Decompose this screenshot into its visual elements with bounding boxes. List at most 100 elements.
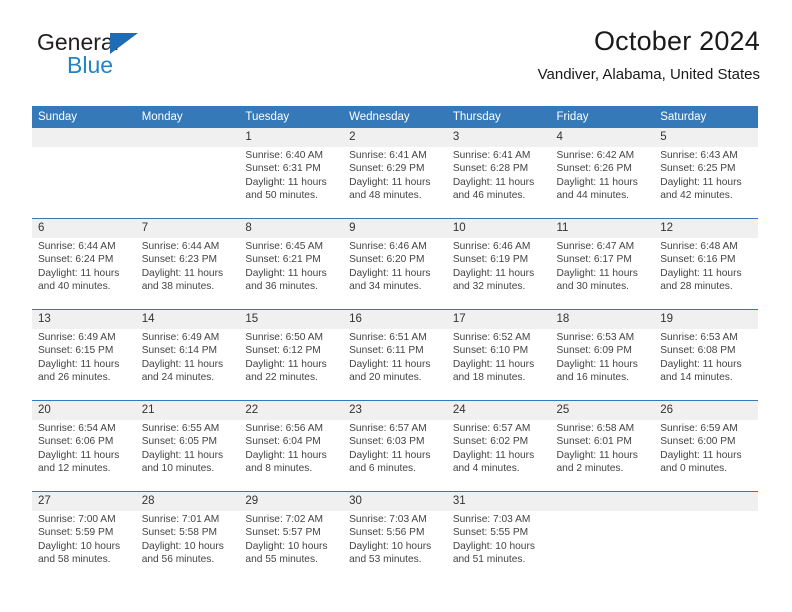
logo-text-blue: Blue xyxy=(67,52,114,78)
calendar-day-cell[interactable]: 9 Sunrise: 6:46 AM Sunset: 6:20 PM Daylight… xyxy=(343,218,447,310)
day-number: 5 xyxy=(654,128,758,147)
day-details: Sunrise: 6:46 AM Sunset: 6:20 PM Daylight:… xyxy=(343,238,447,294)
sunset-text: Sunset: 6:29 PM xyxy=(349,163,425,175)
calendar-day-cell[interactable]: 31 Sunrise: 7:03 AM Sunset: 5:55 PM Dayligh… xyxy=(446,491,551,582)
sunrise-text: Sunrise: 6:49 AM xyxy=(38,332,116,343)
sunrise-text: Sunrise: 6:47 AM xyxy=(556,241,635,252)
sunset-text: Sunset: 6:31 PM xyxy=(245,163,321,175)
day-details: Sunrise: 7:03 AM Sunset: 5:55 PM Daylight:… xyxy=(447,511,551,567)
calendar-day-cell[interactable]: 21 Sunrise: 6:55 AM Sunset: 6:05 PM Dayligh… xyxy=(135,400,240,492)
day-cell-content: 5 Sunrise: 6:43 AM Sunset: 6:25 PM Daylight… xyxy=(654,128,758,218)
day-details: Sunrise: 6:49 AM Sunset: 6:15 PM Daylight:… xyxy=(32,329,136,385)
calendar-day-cell[interactable]: 5 Sunrise: 6:43 AM Sunset: 6:25 PM Daylight… xyxy=(654,128,758,219)
calendar-day-cell[interactable]: 30 Sunrise: 7:03 AM Sunset: 5:56 PM Dayligh… xyxy=(343,491,447,582)
sunset-text: Sunset: 6:11 PM xyxy=(349,345,424,357)
calendar-day-cell[interactable]: 14 Sunrise: 6:49 AM Sunset: 6:14 PM Dayligh… xyxy=(135,309,240,401)
day-number: 30 xyxy=(343,492,447,511)
calendar-day-cell[interactable]: 6 Sunrise: 6:44 AM Sunset: 6:24 PM Daylight… xyxy=(32,218,136,310)
calendar-day-cell[interactable]: 12 Sunrise: 6:48 AM Sunset: 6:16 PM Dayligh… xyxy=(654,218,758,310)
sunrise-text: Sunrise: 7:01 AM xyxy=(141,514,220,525)
daylight-text-line2: and 30 minutes. xyxy=(556,281,630,293)
calendar-day-cell[interactable]: 13 Sunrise: 6:49 AM Sunset: 6:15 PM Dayligh… xyxy=(32,309,136,401)
day-number: 2 xyxy=(343,128,447,147)
calendar-week-row: 1 Sunrise: 6:40 AM Sunset: 6:31 PM Daylight… xyxy=(32,128,758,219)
day-number xyxy=(32,128,136,147)
calendar-day-cell[interactable]: 18 Sunrise: 6:53 AM Sunset: 6:09 PM Dayligh… xyxy=(550,309,655,401)
daylight-text-line2: and 55 minutes. xyxy=(245,554,318,566)
daylight-text-line2: and 44 minutes. xyxy=(556,190,630,202)
sunrise-text: Sunrise: 6:52 AM xyxy=(452,332,531,343)
daylight-text-line2: and 14 minutes. xyxy=(660,372,733,384)
calendar-day-cell[interactable]: 3 Sunrise: 6:41 AM Sunset: 6:28 PM Daylight… xyxy=(446,128,551,219)
calendar-day-cell[interactable]: 15 Sunrise: 6:50 AM Sunset: 6:12 PM Dayligh… xyxy=(239,309,344,401)
day-number: 10 xyxy=(446,219,551,238)
day-cell-content: 11 Sunrise: 6:47 AM Sunset: 6:17 PM Dayligh… xyxy=(550,219,655,309)
sunset-text: Sunset: 6:24 PM xyxy=(38,254,114,266)
daylight-text-line1: Daylight: 11 hours xyxy=(349,267,431,279)
day-cell-content: 26 Sunrise: 6:59 AM Sunset: 6:00 PM Dayligh… xyxy=(654,401,758,491)
calendar-day-cell[interactable]: 4 Sunrise: 6:42 AM Sunset: 6:26 PM Daylight… xyxy=(550,128,655,219)
sunrise-text: Sunrise: 7:03 AM xyxy=(452,514,531,525)
daylight-text-line1: Daylight: 11 hours xyxy=(452,267,535,279)
day-number: 3 xyxy=(446,128,551,147)
daylight-text-line2: and 4 minutes. xyxy=(452,463,520,475)
day-number: 1 xyxy=(239,128,344,147)
daylight-text-line2: and 2 minutes. xyxy=(556,463,624,475)
calendar-day-cell[interactable]: 22 Sunrise: 6:56 AM Sunset: 6:04 PM Dayligh… xyxy=(239,400,344,492)
calendar-day-cell[interactable]: 25 Sunrise: 6:58 AM Sunset: 6:01 PM Dayligh… xyxy=(550,400,655,492)
calendar-day-cell[interactable]: 27 Sunrise: 7:00 AM Sunset: 5:59 PM Dayligh… xyxy=(32,491,136,582)
day-cell-content: 28 Sunrise: 7:01 AM Sunset: 5:58 PM Dayligh… xyxy=(135,492,240,582)
calendar-day-cell[interactable]: 24 Sunrise: 6:57 AM Sunset: 6:02 PM Dayligh… xyxy=(446,400,551,492)
day-details: Sunrise: 6:57 AM Sunset: 6:02 PM Daylight:… xyxy=(447,420,551,476)
day-details: Sunrise: 6:53 AM Sunset: 6:09 PM Daylight:… xyxy=(551,329,655,385)
day-details: Sunrise: 6:50 AM Sunset: 6:12 PM Daylight:… xyxy=(239,329,343,385)
daylight-text-line1: Daylight: 11 hours xyxy=(452,358,535,370)
sunset-text: Sunset: 5:59 PM xyxy=(38,527,114,539)
day-cell-content: 25 Sunrise: 6:58 AM Sunset: 6:01 PM Dayligh… xyxy=(550,401,655,491)
day-number: 14 xyxy=(135,310,240,329)
daylight-text-line1: Daylight: 10 hours xyxy=(245,540,328,552)
calendar-day-cell[interactable]: 19 Sunrise: 6:53 AM Sunset: 6:08 PM Dayligh… xyxy=(654,309,758,401)
daylight-text-line2: and 16 minutes. xyxy=(556,372,630,384)
calendar-day-cell[interactable]: 10 Sunrise: 6:46 AM Sunset: 6:19 PM Dayligh… xyxy=(446,218,551,310)
daylight-text-line2: and 24 minutes. xyxy=(141,372,215,384)
calendar-day-cell[interactable]: 26 Sunrise: 6:59 AM Sunset: 6:00 PM Dayligh… xyxy=(654,400,758,492)
day-number: 28 xyxy=(135,492,240,511)
calendar-day-cell[interactable]: 7 Sunrise: 6:44 AM Sunset: 6:23 PM Daylight… xyxy=(135,218,240,310)
calendar-day-cell[interactable]: 17 Sunrise: 6:52 AM Sunset: 6:10 PM Dayligh… xyxy=(446,309,551,401)
calendar-day-cell[interactable]: 20 Sunrise: 6:54 AM Sunset: 6:06 PM Dayligh… xyxy=(32,400,136,492)
calendar-day-cell[interactable]: 29 Sunrise: 7:02 AM Sunset: 5:57 PM Dayligh… xyxy=(239,491,344,582)
sunset-text: Sunset: 6:04 PM xyxy=(245,436,321,448)
day-number: 27 xyxy=(32,492,136,511)
day-details: Sunrise: 6:45 AM Sunset: 6:21 PM Daylight:… xyxy=(239,238,343,294)
day-number: 31 xyxy=(446,492,551,511)
calendar-day-cell[interactable]: 28 Sunrise: 7:01 AM Sunset: 5:58 PM Dayligh… xyxy=(135,491,240,582)
day-number: 4 xyxy=(550,128,655,147)
daylight-text-line2: and 0 minutes. xyxy=(660,463,728,475)
page-header: General Blue October 2024 Vandiver, Alab… xyxy=(32,26,760,98)
daylight-text-line1: Daylight: 10 hours xyxy=(38,540,121,552)
sunset-text: Sunset: 6:14 PM xyxy=(141,345,218,357)
calendar-day-cell[interactable]: 1 Sunrise: 6:40 AM Sunset: 6:31 PM Daylight… xyxy=(239,128,344,219)
daylight-text-line2: and 51 minutes. xyxy=(452,554,526,566)
daylight-text-line1: Daylight: 10 hours xyxy=(141,540,224,552)
sunrise-text: Sunrise: 6:53 AM xyxy=(660,332,738,343)
daylight-text-line2: and 26 minutes. xyxy=(38,372,111,384)
day-number: 11 xyxy=(550,219,655,238)
day-details: Sunrise: 6:57 AM Sunset: 6:03 PM Daylight:… xyxy=(343,420,447,476)
calendar-day-cell[interactable]: 16 Sunrise: 6:51 AM Sunset: 6:11 PM Dayligh… xyxy=(343,309,447,401)
day-number: 16 xyxy=(343,310,447,329)
daylight-text-line1: Daylight: 10 hours xyxy=(349,540,432,552)
day-cell-content: 20 Sunrise: 6:54 AM Sunset: 6:06 PM Dayligh… xyxy=(32,401,136,491)
sunrise-text: Sunrise: 6:43 AM xyxy=(660,150,738,161)
calendar-day-cell[interactable]: 11 Sunrise: 6:47 AM Sunset: 6:17 PM Dayligh… xyxy=(550,218,655,310)
day-details: Sunrise: 6:52 AM Sunset: 6:10 PM Daylight:… xyxy=(447,329,551,385)
day-cell-content: 17 Sunrise: 6:52 AM Sunset: 6:10 PM Dayligh… xyxy=(446,310,551,400)
calendar-page: General Blue October 2024 Vandiver, Alab… xyxy=(0,0,792,612)
day-details: Sunrise: 6:44 AM Sunset: 6:24 PM Daylight:… xyxy=(32,238,136,294)
calendar-day-cell[interactable]: 8 Sunrise: 6:45 AM Sunset: 6:21 PM Daylight… xyxy=(239,218,344,310)
day-number: 9 xyxy=(343,219,447,238)
weekday-header-tuesday: Tuesday xyxy=(239,106,344,128)
calendar-day-cell[interactable]: 2 Sunrise: 6:41 AM Sunset: 6:29 PM Daylight… xyxy=(343,128,447,219)
calendar-day-cell[interactable]: 23 Sunrise: 6:57 AM Sunset: 6:03 PM Dayligh… xyxy=(343,400,447,492)
